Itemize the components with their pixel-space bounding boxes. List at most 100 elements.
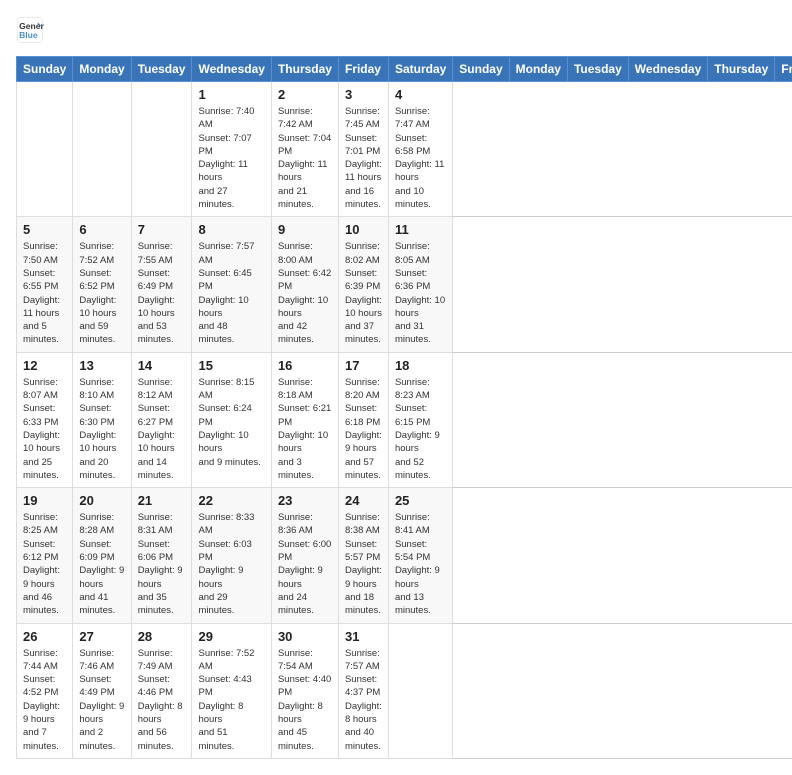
day-number: 24 [345, 493, 382, 508]
calendar-cell: 2 Sunrise: 7:42 AM Sunset: 7:04 PM Daylig… [271, 82, 338, 217]
cell-content: Sunrise: 7:57 AM Sunset: 4:37 PM Dayligh… [345, 647, 382, 753]
cell-content: Sunrise: 8:18 AM Sunset: 6:21 PM Dayligh… [278, 376, 332, 482]
cell-content: Sunrise: 8:33 AM Sunset: 6:03 PM Dayligh… [198, 511, 264, 617]
calendar-cell: 11 Sunrise: 8:05 AM Sunset: 6:36 PM Dayli… [388, 217, 452, 352]
col-header-thursday: Thursday [708, 57, 775, 82]
day-number: 7 [138, 222, 186, 237]
calendar-cell: 21Sunrise: 8:31 AM Sunset: 6:06 PM Dayli… [131, 488, 192, 623]
cell-content: Sunrise: 7:54 AM Sunset: 4:40 PM Dayligh… [278, 647, 332, 753]
day-number: 6 [79, 222, 124, 237]
calendar-table: SundayMondayTuesdayWednesdayThursdayFrid… [16, 56, 792, 759]
cell-content: Sunrise: 7:52 AM Sunset: 4:43 PM Dayligh… [198, 647, 264, 753]
day-number: 14 [138, 358, 186, 373]
day-header-thursday: Thursday [271, 57, 338, 82]
cell-content: Sunrise: 7:55 AM Sunset: 6:49 PM Dayligh… [138, 240, 186, 346]
day-number: 27 [79, 629, 124, 644]
page-header: General Blue [16, 16, 776, 44]
calendar-cell: 28 Sunrise: 7:49 AM Sunset: 4:46 PM Dayli… [131, 623, 192, 758]
calendar-cell [388, 623, 452, 758]
cell-content: Sunrise: 8:25 AM Sunset: 6:12 PM Dayligh… [23, 511, 66, 617]
day-number: 28 [138, 629, 186, 644]
day-number: 22 [198, 493, 264, 508]
calendar-cell: 16 Sunrise: 8:18 AM Sunset: 6:21 PM Dayli… [271, 352, 338, 487]
day-header-sunday: Sunday [17, 57, 73, 82]
day-number: 15 [198, 358, 264, 373]
calendar-cell: 27 Sunrise: 7:46 AM Sunset: 4:49 PM Dayli… [73, 623, 131, 758]
calendar-cell: 18Sunrise: 8:23 AM Sunset: 6:15 PM Dayli… [388, 352, 452, 487]
calendar-cell: 17 Sunrise: 8:20 AM Sunset: 6:18 PM Dayli… [338, 352, 388, 487]
col-header-friday: Friday [775, 57, 792, 82]
day-number: 23 [278, 493, 332, 508]
cell-content: Sunrise: 8:41 AM Sunset: 5:54 PM Dayligh… [395, 511, 446, 617]
calendar-cell [17, 82, 73, 217]
cell-content: Sunrise: 7:45 AM Sunset: 7:01 PM Dayligh… [345, 105, 382, 211]
calendar-cell: 30 Sunrise: 7:54 AM Sunset: 4:40 PM Dayli… [271, 623, 338, 758]
day-number: 19 [23, 493, 66, 508]
day-number: 11 [395, 222, 446, 237]
day-number: 8 [198, 222, 264, 237]
calendar-week-4: 19 Sunrise: 8:25 AM Sunset: 6:12 PM Dayli… [17, 488, 792, 623]
calendar-cell: 13 Sunrise: 8:10 AM Sunset: 6:30 PM Dayli… [73, 352, 131, 487]
calendar-header-row: SundayMondayTuesdayWednesdayThursdayFrid… [17, 57, 792, 82]
calendar-cell: 23 Sunrise: 8:36 AM Sunset: 6:00 PM Dayli… [271, 488, 338, 623]
cell-content: Sunrise: 7:57 AM Sunset: 6:45 PM Dayligh… [198, 240, 264, 346]
day-number: 30 [278, 629, 332, 644]
day-number: 16 [278, 358, 332, 373]
cell-content: Sunrise: 8:23 AM Sunset: 6:15 PM Dayligh… [395, 376, 446, 482]
calendar-cell: 9Sunrise: 8:00 AM Sunset: 6:42 PM Daylig… [271, 217, 338, 352]
day-number: 26 [23, 629, 66, 644]
calendar-cell: 29Sunrise: 7:52 AM Sunset: 4:43 PM Dayli… [192, 623, 271, 758]
cell-content: Sunrise: 8:38 AM Sunset: 5:57 PM Dayligh… [345, 511, 382, 617]
cell-content: Sunrise: 8:05 AM Sunset: 6:36 PM Dayligh… [395, 240, 446, 346]
calendar-cell: 20 Sunrise: 8:28 AM Sunset: 6:09 PM Dayli… [73, 488, 131, 623]
cell-content: Sunrise: 7:46 AM Sunset: 4:49 PM Dayligh… [79, 647, 124, 753]
col-header-sunday: Sunday [453, 57, 509, 82]
calendar-cell: 31 Sunrise: 7:57 AM Sunset: 4:37 PM Dayli… [338, 623, 388, 758]
cell-content: Sunrise: 7:49 AM Sunset: 4:46 PM Dayligh… [138, 647, 186, 753]
calendar-cell [73, 82, 131, 217]
cell-content: Sunrise: 8:15 AM Sunset: 6:24 PM Dayligh… [198, 376, 264, 469]
day-number: 31 [345, 629, 382, 644]
cell-content: Sunrise: 8:12 AM Sunset: 6:27 PM Dayligh… [138, 376, 186, 482]
calendar-week-2: 5Sunrise: 7:50 AM Sunset: 6:55 PM Daylig… [17, 217, 792, 352]
cell-content: Sunrise: 7:42 AM Sunset: 7:04 PM Dayligh… [278, 105, 332, 211]
calendar-week-3: 12 Sunrise: 8:07 AM Sunset: 6:33 PM Dayli… [17, 352, 792, 487]
calendar-cell: 7 Sunrise: 7:55 AM Sunset: 6:49 PM Daylig… [131, 217, 192, 352]
cell-content: Sunrise: 8:00 AM Sunset: 6:42 PM Dayligh… [278, 240, 332, 346]
cell-content: Sunrise: 8:20 AM Sunset: 6:18 PM Dayligh… [345, 376, 382, 482]
calendar-cell: 15 Sunrise: 8:15 AM Sunset: 6:24 PM Dayli… [192, 352, 271, 487]
calendar-cell: 1Sunrise: 7:40 AM Sunset: 7:07 PM Daylig… [192, 82, 271, 217]
logo-icon: General Blue [16, 16, 44, 44]
day-header-saturday: Saturday [388, 57, 452, 82]
calendar-cell: 12 Sunrise: 8:07 AM Sunset: 6:33 PM Dayli… [17, 352, 73, 487]
cell-content: Sunrise: 7:40 AM Sunset: 7:07 PM Dayligh… [198, 105, 264, 211]
cell-content: Sunrise: 8:28 AM Sunset: 6:09 PM Dayligh… [79, 511, 124, 617]
day-header-wednesday: Wednesday [192, 57, 271, 82]
cell-content: Sunrise: 8:10 AM Sunset: 6:30 PM Dayligh… [79, 376, 124, 482]
day-number: 25 [395, 493, 446, 508]
cell-content: Sunrise: 7:44 AM Sunset: 4:52 PM Dayligh… [23, 647, 66, 753]
calendar-cell: 6 Sunrise: 7:52 AM Sunset: 6:52 PM Daylig… [73, 217, 131, 352]
logo: General Blue [16, 16, 46, 44]
day-number: 13 [79, 358, 124, 373]
calendar-cell: 26 Sunrise: 7:44 AM Sunset: 4:52 PM Dayli… [17, 623, 73, 758]
day-number: 12 [23, 358, 66, 373]
calendar-cell [131, 82, 192, 217]
calendar-cell: 3Sunrise: 7:45 AM Sunset: 7:01 PM Daylig… [338, 82, 388, 217]
day-header-tuesday: Tuesday [131, 57, 192, 82]
cell-content: Sunrise: 8:07 AM Sunset: 6:33 PM Dayligh… [23, 376, 66, 482]
calendar-cell: 14 Sunrise: 8:12 AM Sunset: 6:27 PM Dayli… [131, 352, 192, 487]
cell-content: Sunrise: 8:31 AM Sunset: 6:06 PM Dayligh… [138, 511, 186, 617]
day-number: 20 [79, 493, 124, 508]
cell-content: Sunrise: 8:36 AM Sunset: 6:00 PM Dayligh… [278, 511, 332, 617]
svg-text:Blue: Blue [19, 30, 38, 40]
day-header-monday: Monday [73, 57, 131, 82]
day-number: 4 [395, 87, 446, 102]
day-number: 5 [23, 222, 66, 237]
cell-content: Sunrise: 7:52 AM Sunset: 6:52 PM Dayligh… [79, 240, 124, 346]
day-number: 2 [278, 87, 332, 102]
col-header-tuesday: Tuesday [567, 57, 628, 82]
day-number: 17 [345, 358, 382, 373]
calendar-cell: 25 Sunrise: 8:41 AM Sunset: 5:54 PM Dayli… [388, 488, 452, 623]
col-header-monday: Monday [509, 57, 567, 82]
